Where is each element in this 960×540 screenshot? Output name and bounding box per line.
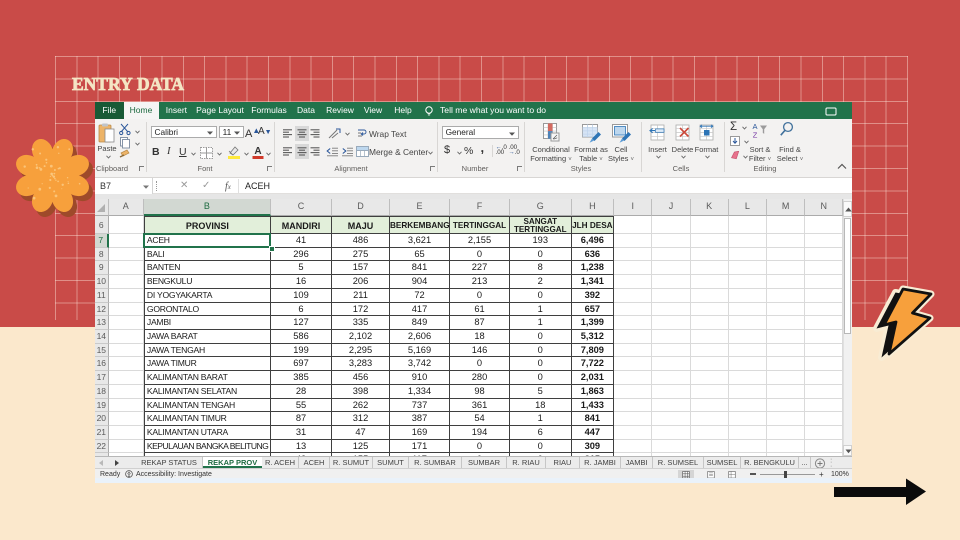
svg-text:Z: Z — [753, 130, 758, 139]
svg-text:A: A — [254, 146, 261, 157]
